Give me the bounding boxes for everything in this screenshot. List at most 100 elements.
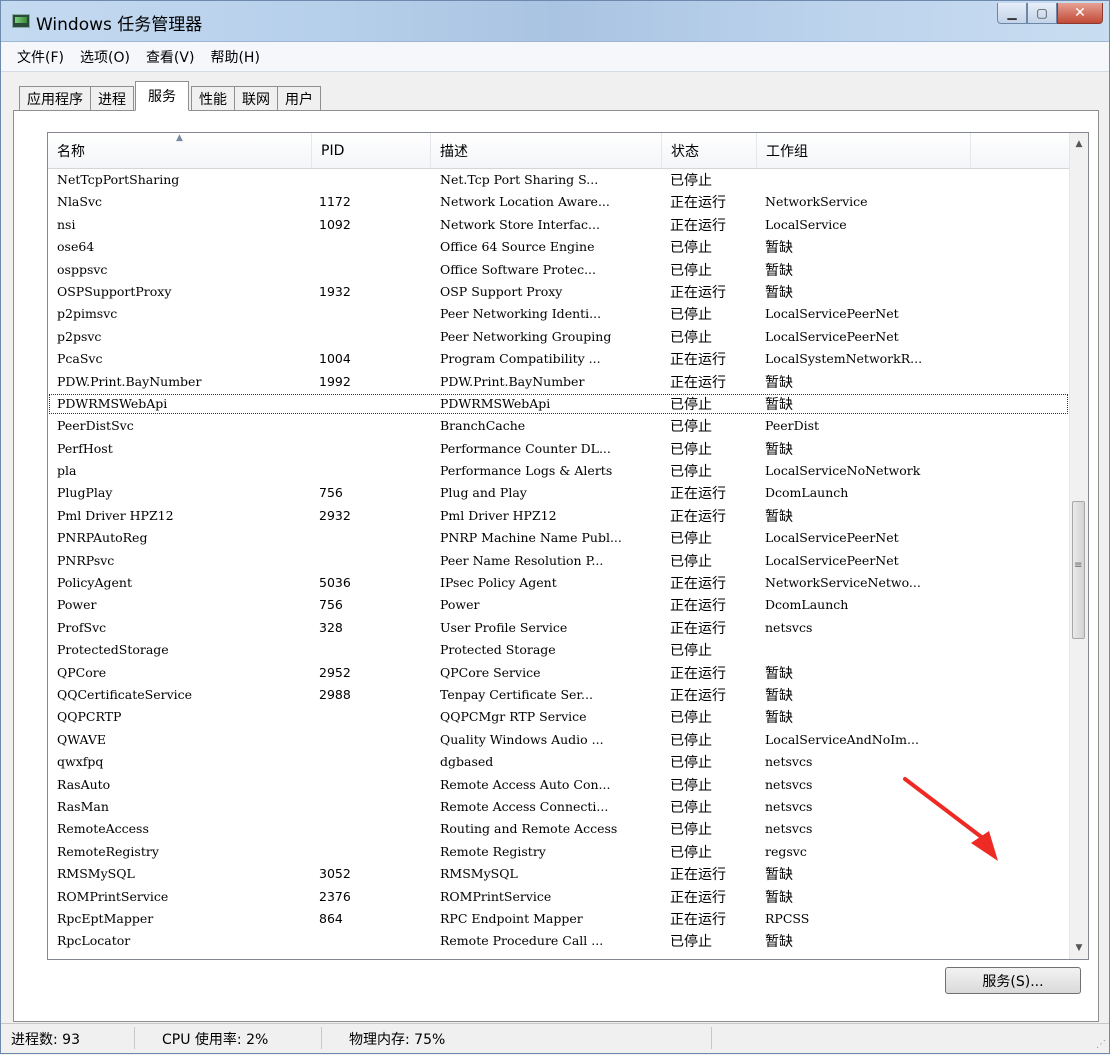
table-row[interactable]: osppsvc Office Software Protec... 已停止 暂缺 xyxy=(48,259,1069,281)
table-row[interactable]: qwxfpq dgbased 已停止 netsvcs xyxy=(48,751,1069,773)
service-status-cell: 已停止 xyxy=(670,396,712,413)
table-row[interactable]: NlaSvc 1172 Network Location Aware... 正在运行 N… xyxy=(48,191,1069,213)
service-group-cell: LocalService xyxy=(765,216,847,232)
table-row[interactable]: p2psvc Peer Networking Grouping 已停止 LocalSe… xyxy=(48,326,1069,348)
table-row[interactable]: p2pimsvc Peer Networking Identi... 已停止 Loca… xyxy=(48,303,1069,325)
resize-grip-icon[interactable]: ⋰ xyxy=(1096,1039,1106,1050)
service-name-cell: p2psvc xyxy=(57,328,102,344)
column-header-group[interactable]: 工作组 xyxy=(757,133,971,168)
service-status-cell: 已停止 xyxy=(670,710,712,727)
table-row[interactable]: RpcLocator Remote Procedure Call ... 已停止 暂缺 xyxy=(48,930,1069,952)
table-row[interactable]: PDWRMSWebApi PDWRMSWebApi 已停止 暂缺 xyxy=(48,393,1069,415)
service-status-cell: 正在运行 xyxy=(670,352,726,369)
service-status-cell: 已停止 xyxy=(670,732,712,749)
service-description-cell: Remote Registry xyxy=(440,843,546,859)
title-bar[interactable]: Windows 任务管理器 ▁ ▢ ✕ xyxy=(1,1,1109,42)
service-name-cell: PDWRMSWebApi xyxy=(57,395,168,411)
table-row[interactable]: PNRPAutoReg PNRP Machine Name Publ... 已停止 L… xyxy=(48,527,1069,549)
maximize-button[interactable]: ▢ xyxy=(1027,3,1057,24)
service-description-cell: PDWRMSWebApi xyxy=(440,395,551,411)
status-divider xyxy=(321,1027,322,1049)
menu-options[interactable]: 选项(O) xyxy=(78,45,132,69)
table-row[interactable]: RasMan Remote Access Connecti... 已停止 netsvc… xyxy=(48,796,1069,818)
tab-performance[interactable]: 性能 xyxy=(191,86,235,111)
service-name-cell: ROMPrintService xyxy=(57,888,169,904)
table-row[interactable]: RMSMySQL 3052 RMSMySQL 正在运行 暂缺 xyxy=(48,863,1069,885)
service-description-cell: Protected Storage xyxy=(440,642,556,658)
column-status-label: 状态 xyxy=(671,143,699,160)
table-row[interactable]: PerfHost Performance Counter DL... 已停止 暂缺 xyxy=(48,438,1069,460)
vertical-scrollbar[interactable]: ▲ ▼ xyxy=(1069,133,1088,959)
table-row[interactable]: RemoteRegistry Remote Registry 已停止 regsvc xyxy=(48,841,1069,863)
table-row[interactable]: QPCore 2952 QPCore Service 正在运行 暂缺 xyxy=(48,662,1069,684)
process-count: 进程数: 93 xyxy=(11,1032,80,1048)
column-header-status[interactable]: 状态 xyxy=(662,133,757,168)
service-name-cell: PlugPlay xyxy=(57,485,113,501)
table-row[interactable]: PeerDistSvc BranchCache 已停止 PeerDist xyxy=(48,415,1069,437)
table-row[interactable]: Pml Driver HPZ12 2932 Pml Driver HPZ12 正在运行… xyxy=(48,505,1069,527)
scroll-up-arrow-icon[interactable]: ▲ xyxy=(1070,135,1088,153)
column-header-pid[interactable]: PID xyxy=(312,133,431,168)
table-row[interactable]: PNRPsvc Peer Name Resolution P... 已停止 Local… xyxy=(48,550,1069,572)
scroll-thumb[interactable] xyxy=(1072,501,1085,639)
tab-applications[interactable]: 应用程序 xyxy=(19,86,91,111)
table-row[interactable]: ProtectedStorage Protected Storage 已停止 xyxy=(48,639,1069,661)
tab-users[interactable]: 用户 xyxy=(277,86,321,111)
service-pid-cell: 2376 xyxy=(319,888,351,904)
table-row[interactable]: OSPSupportProxy 1932 OSP Support Proxy 正在运行… xyxy=(48,281,1069,303)
service-name-cell: QWAVE xyxy=(57,731,107,747)
table-row[interactable]: RemoteAccess Routing and Remote Access 已停止… xyxy=(48,818,1069,840)
column-header-description[interactable]: 描述 xyxy=(431,133,662,168)
tab-networking[interactable]: 联网 xyxy=(234,86,278,111)
service-name-cell: PNRPAutoReg xyxy=(57,530,148,546)
services-button[interactable]: 服务(S)... xyxy=(945,967,1081,994)
table-row[interactable]: PolicyAgent 5036 IPsec Policy Agent 正在运行 Net… xyxy=(48,572,1069,594)
table-row[interactable]: ProfSvc 328 User Profile Service 正在运行 netsvc… xyxy=(48,617,1069,639)
service-status-cell: 已停止 xyxy=(670,441,712,458)
service-group-cell: netsvcs xyxy=(765,776,813,792)
service-name-cell: NetTcpPortSharing xyxy=(57,172,180,187)
table-row[interactable]: RpcEptMapper 864 RPC Endpoint Mapper 正在运行 RP… xyxy=(48,908,1069,930)
service-status-cell: 正在运行 xyxy=(670,687,726,704)
menu-file[interactable]: 文件(F) xyxy=(15,45,66,69)
table-row[interactable]: ose64 Office 64 Source Engine 已停止 暂缺 xyxy=(48,236,1069,258)
menu-help[interactable]: 帮助(H) xyxy=(208,45,261,69)
service-group-cell: netsvcs xyxy=(765,754,813,770)
minimize-button[interactable]: ▁ xyxy=(997,3,1027,24)
table-row[interactable]: nsi 1092 Network Store Interfac... 正在运行 Loca… xyxy=(48,214,1069,236)
service-pid-cell: 1992 xyxy=(319,373,351,389)
column-pid-label: PID xyxy=(321,142,345,159)
menu-view[interactable]: 查看(V) xyxy=(144,45,197,69)
column-header-name[interactable]: 名称 ▲ xyxy=(48,133,312,168)
table-row[interactable]: QWAVE Quality Windows Audio ... 已停止 LocalSe… xyxy=(48,729,1069,751)
service-name-cell: osppsvc xyxy=(57,261,108,277)
table-row[interactable]: pla Performance Logs & Alerts 已停止 LocalServ… xyxy=(48,460,1069,482)
tab-processes[interactable]: 进程 xyxy=(90,86,134,111)
service-status-cell: 正在运行 xyxy=(670,486,726,503)
close-button[interactable]: ✕ xyxy=(1057,3,1103,24)
service-name-cell: PolicyAgent xyxy=(57,575,132,591)
table-row[interactable]: RasAuto Remote Access Auto Con... 已停止 netsv… xyxy=(48,774,1069,796)
scroll-down-arrow-icon[interactable]: ▼ xyxy=(1070,939,1088,957)
service-group-cell: 暂缺 xyxy=(765,441,793,458)
table-row[interactable]: PcaSvc 1004 Program Compatibility ... 正在运行 L… xyxy=(48,348,1069,370)
table-row[interactable]: PDW.Print.BayNumber 1992 PDW.Print.BayNumb… xyxy=(48,371,1069,393)
tab-services[interactable]: 服务 xyxy=(135,81,189,111)
close-icon: ✕ xyxy=(1074,5,1086,21)
service-description-cell: QPCore Service xyxy=(440,664,541,680)
table-row[interactable]: NetTcpPortSharing Net.Tcp Port Sharing S.… xyxy=(48,169,1069,191)
service-name-cell: ProtectedStorage xyxy=(57,642,169,658)
service-description-cell: Tenpay Certificate Ser... xyxy=(440,686,593,702)
table-row[interactable]: Power 756 Power 正在运行 DcomLaunch xyxy=(48,594,1069,616)
table-row[interactable]: PlugPlay 756 Plug and Play 正在运行 DcomLaunch xyxy=(48,482,1069,504)
service-status-cell: 已停止 xyxy=(670,531,712,548)
table-row[interactable]: QQCertificateService 2988 Tenpay Certifica… xyxy=(48,684,1069,706)
table-row[interactable]: ROMPrintService 2376 ROMPrintService 正在运行 暂缺 xyxy=(48,886,1069,908)
table-row[interactable]: QQPCRTP QQPCMgr RTP Service 已停止 暂缺 xyxy=(48,706,1069,728)
service-group-cell: LocalServiceNoNetwork xyxy=(765,463,921,479)
service-group-cell: DcomLaunch xyxy=(765,485,849,501)
service-name-cell: RMSMySQL xyxy=(57,866,135,882)
services-list[interactable]: 名称 ▲ PID 描述 状态 工作组 NetTcpPortSharing Net.… xyxy=(47,132,1089,960)
service-group-cell: 暂缺 xyxy=(765,396,793,413)
service-status-cell: 已停止 xyxy=(670,329,712,346)
